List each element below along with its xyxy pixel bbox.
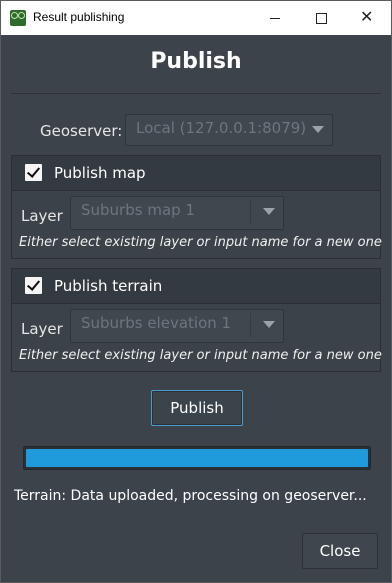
window-close-button[interactable]: ✕ — [344, 1, 390, 35]
geoserver-select[interactable]: Local (127.0.0.1:8079) — [125, 114, 333, 146]
checkmark-icon — [26, 277, 41, 291]
publish-terrain-section: Publish terrain Layer Suburbs elevation … — [11, 268, 382, 372]
close-button-label: Close — [319, 542, 361, 560]
map-layer-label: Layer — [21, 207, 63, 225]
checkmark-icon — [26, 164, 41, 178]
title-bar: Result publishing ✕ — [1, 1, 391, 35]
publish-map-header: Publish map — [12, 156, 380, 191]
map-layer-combobox[interactable]: Suburbs map 1 — [70, 196, 284, 230]
terrain-layer-label: Layer — [21, 320, 63, 338]
minimize-button[interactable] — [252, 1, 298, 35]
combobox-divider — [250, 200, 251, 224]
geoserver-label: Geoserver: — [40, 122, 123, 140]
publish-terrain-title: Publish terrain — [54, 277, 163, 295]
map-layer-value: Suburbs map 1 — [81, 201, 195, 219]
geoserver-select-value: Local (127.0.0.1:8079) — [136, 119, 307, 137]
dialog-window: Result publishing ✕ Publish Geoserver: L… — [0, 0, 392, 583]
status-text: Terrain: Data uploaded, processing on ge… — [14, 488, 367, 504]
publish-button[interactable]: Publish — [151, 390, 243, 426]
page-title: Publish — [150, 49, 242, 74]
header-divider — [11, 93, 381, 94]
terrain-layer-value: Suburbs elevation 1 — [81, 314, 232, 332]
publish-map-checkbox[interactable] — [25, 164, 42, 181]
minimize-icon — [270, 18, 280, 19]
chevron-down-icon[interactable] — [263, 208, 275, 215]
app-logo-icon — [10, 10, 26, 26]
chevron-down-icon — [312, 126, 324, 133]
terrain-layer-combobox[interactable]: Suburbs elevation 1 — [70, 309, 284, 343]
close-icon: ✕ — [360, 7, 374, 26]
window-title: Result publishing — [33, 10, 125, 24]
terrain-layer-hint: Either select existing layer or input na… — [19, 348, 382, 363]
close-button[interactable]: Close — [302, 533, 378, 569]
publish-map-title: Publish map — [54, 164, 146, 182]
progress-bar — [23, 446, 371, 470]
publish-terrain-header: Publish terrain — [12, 269, 380, 304]
publish-button-label: Publish — [170, 399, 224, 417]
publish-terrain-checkbox[interactable] — [25, 277, 42, 294]
maximize-icon — [316, 13, 327, 24]
publish-map-section: Publish map Layer Suburbs map 1 Either s… — [11, 155, 382, 259]
combobox-divider — [250, 313, 251, 337]
chevron-down-icon[interactable] — [263, 321, 275, 328]
maximize-button[interactable] — [298, 1, 344, 35]
progress-bar-fill — [26, 449, 368, 467]
map-layer-hint: Either select existing layer or input na… — [19, 235, 382, 250]
